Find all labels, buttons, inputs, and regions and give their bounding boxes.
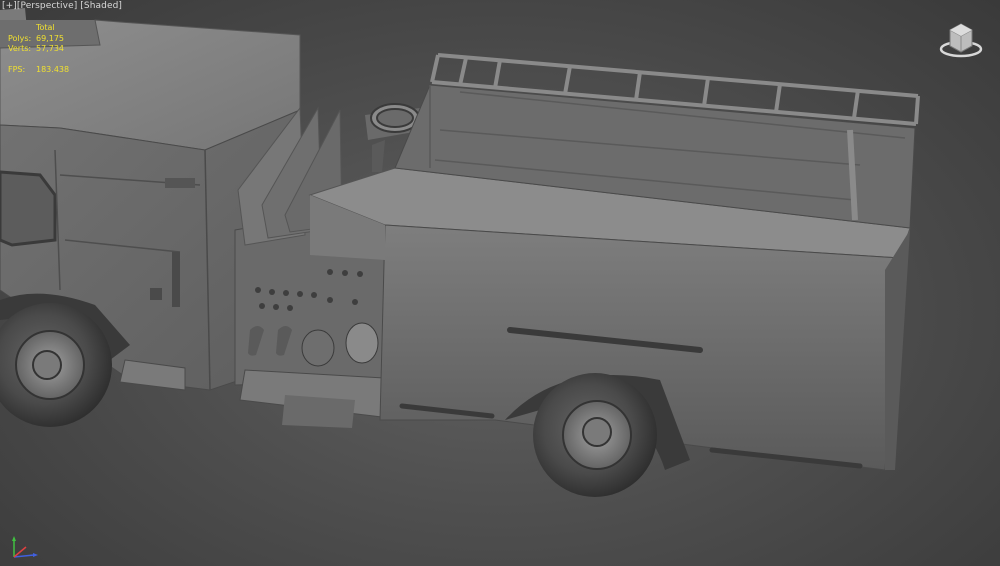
viewport-label: [+][Perspective] [Shaded] — [2, 1, 122, 11]
viewcube-icon[interactable] — [936, 16, 986, 66]
perspective-viewport[interactable]: [+][Perspective] [Shaded] Total Polys: 6… — [0, 0, 1000, 566]
verts-value: 57,734 — [36, 44, 64, 53]
polys-value: 69,175 — [36, 33, 64, 43]
viewport-shading-menu[interactable]: [Shaded] — [80, 1, 122, 11]
fps-value: 183.438 — [36, 64, 70, 74]
viewport-statistics: Total Polys: 69,175 Verts: 57,734 FPS: 1… — [8, 23, 76, 75]
stats-header: Total — [36, 23, 55, 32]
fire-truck-model[interactable] — [0, 0, 1000, 566]
fps-label: FPS: — [8, 64, 26, 74]
polys-label: Polys: — [8, 33, 32, 43]
axis-tripod-icon — [8, 535, 44, 561]
viewport-view-menu[interactable]: [Perspective] — [17, 1, 77, 11]
verts-label: Verts: — [8, 44, 32, 53]
viewport-menu-plus[interactable]: [+] — [2, 1, 17, 11]
